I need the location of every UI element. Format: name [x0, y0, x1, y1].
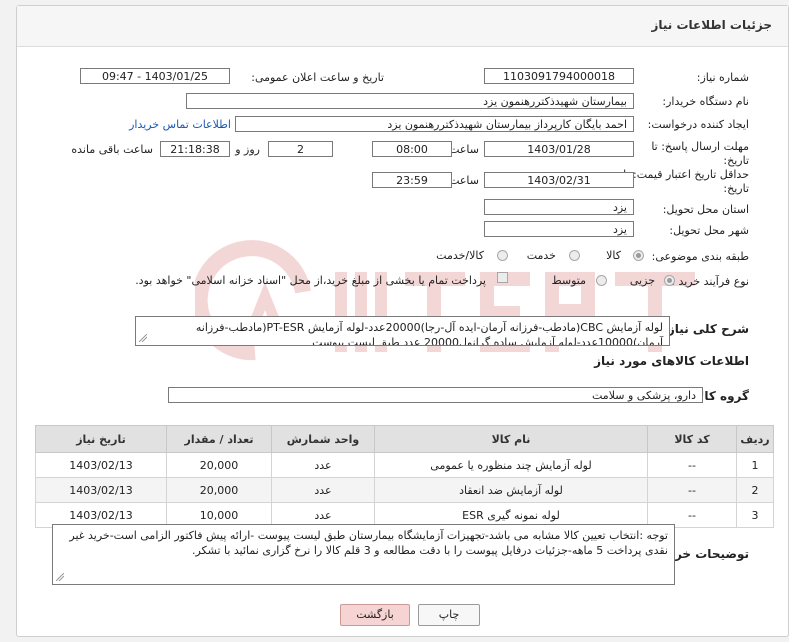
- reply-deadline-label: مهلت ارسال پاسخ: تا تاریخ:: [651, 140, 749, 167]
- description-label: شرح کلی نیاز:: [663, 322, 749, 336]
- city-field: یزد: [484, 221, 634, 237]
- announce-datetime-field: 1403/01/25 - 09:47: [80, 68, 230, 84]
- price-validity-date-field: 1403/02/31: [484, 172, 634, 188]
- items-table-header: ردیف کد کالا نام کالا واحد شمارش تعداد /…: [35, 425, 774, 453]
- category-option-goods: کالا: [606, 249, 621, 262]
- cell-unit: عدد: [271, 452, 375, 478]
- col-row: ردیف: [736, 425, 774, 453]
- print-button[interactable]: چاپ: [418, 604, 480, 626]
- goods-group-field: دارو، پزشکی و سلامت: [168, 387, 703, 403]
- price-validity-label: حداقل تاریخ اعتبار قیمت: تا تاریخ:: [623, 168, 749, 195]
- col-name: نام کالا: [374, 425, 648, 453]
- city-label: شهر محل تحویل:: [669, 224, 749, 237]
- category-radio-goods[interactable]: [633, 250, 644, 261]
- need-number-label: شماره نیاز:: [696, 71, 749, 84]
- cell-code: --: [647, 452, 737, 478]
- purchase-radio-medium[interactable]: [596, 275, 607, 286]
- buyer-notes-text: توجه :انتخاب تعیین کالا مشابه می باشد-تج…: [69, 529, 668, 557]
- col-qty: تعداد / مقدار: [166, 425, 272, 453]
- treasury-checkbox[interactable]: [497, 272, 508, 283]
- buyer-org-label: نام دستگاه خریدار:: [662, 95, 749, 108]
- category-radio-service[interactable]: [569, 250, 580, 261]
- purchase-type-label: نوع فرآیند خرید :: [671, 275, 749, 288]
- need-number-field: 1103091794000018: [484, 68, 634, 84]
- cell-row: 1: [736, 452, 774, 478]
- panel-header: جزئیات اطلاعات نیاز: [17, 6, 788, 47]
- resize-handle-icon[interactable]: [139, 334, 147, 342]
- col-code: کد کالا: [647, 425, 737, 453]
- purchase-radio-minor[interactable]: [664, 275, 675, 286]
- table-row: 2 -- لوله آزمایش ضد انعقاد عدد 20,000 14…: [35, 477, 774, 503]
- purchase-option-minor: جزیی: [629, 274, 655, 287]
- days-label: روز و: [235, 143, 260, 156]
- cell-row: 2: [736, 477, 774, 503]
- price-validity-time-field: 23:59: [372, 172, 452, 188]
- reply-time-field: 08:00: [372, 141, 452, 157]
- cell-unit: عدد: [271, 477, 375, 503]
- category-label: طبقه بندی موضوعی:: [651, 250, 749, 263]
- cell-name: لوله آزمایش چند منظوره یا عمومی: [374, 452, 648, 478]
- items-table: ردیف کد کالا نام کالا واحد شمارش تعداد /…: [35, 425, 774, 528]
- cell-row: 3: [736, 502, 774, 528]
- col-unit: واحد شمارش: [271, 425, 375, 453]
- resize-handle-icon[interactable]: [56, 573, 64, 581]
- buyer-contact-link[interactable]: اطلاعات تماس خریدار: [129, 118, 231, 131]
- cell-date: 1403/02/13: [35, 452, 167, 478]
- cell-qty: 20,000: [166, 477, 272, 503]
- category-option-service: خدمت: [526, 249, 556, 262]
- announce-datetime-label: تاریخ و ساعت اعلان عمومی:: [251, 71, 384, 84]
- cell-date: 1403/02/13: [35, 477, 167, 503]
- category-radio-goods-service[interactable]: [497, 250, 508, 261]
- time-remaining-label: ساعت باقی مانده: [71, 143, 153, 156]
- reply-time-label: ساعت: [449, 143, 479, 156]
- cell-qty: 20,000: [166, 452, 272, 478]
- col-date: تاریخ نیاز: [35, 425, 167, 453]
- price-validity-time-label: ساعت: [449, 174, 479, 187]
- cell-code: --: [647, 477, 737, 503]
- items-section-title: اطلاعات کالاهای مورد نیاز: [594, 354, 749, 368]
- time-remaining-field: 21:18:38: [160, 141, 230, 157]
- buyer-notes-field: توجه :انتخاب تعیین کالا مشابه می باشد-تج…: [52, 524, 675, 585]
- description-text: لوله آزمایش CBC(مادطب-فرزانه آرمان-ایده …: [195, 321, 663, 346]
- table-row: 1 -- لوله آزمایش چند منظوره یا عمومی عدد…: [35, 452, 774, 478]
- requester-label: ایجاد کننده درخواست:: [647, 118, 749, 131]
- province-field: یزد: [484, 199, 634, 215]
- treasury-note: پرداخت تمام یا بخشی از مبلغ خرید،از محل …: [135, 274, 486, 287]
- panel-title: جزئیات اطلاعات نیاز: [651, 18, 772, 32]
- reply-date-field: 1403/01/28: [484, 141, 634, 157]
- requester-field: احمد بایگان کارپرداز بیمارستان شهیدذکترر…: [235, 116, 634, 132]
- days-remaining-field: 2: [268, 141, 333, 157]
- buyer-org-field: بیمارستان شهیدذکتررهنمون یزد: [186, 93, 634, 109]
- category-option-goods-service: کالا/خدمت: [436, 249, 484, 262]
- back-button[interactable]: بازگشت: [340, 604, 410, 626]
- cell-name: لوله آزمایش ضد انعقاد: [374, 477, 648, 503]
- province-label: استان محل تحویل:: [662, 203, 749, 216]
- description-field: لوله آزمایش CBC(مادطب-فرزانه آرمان-ایده …: [135, 316, 670, 346]
- purchase-option-medium: متوسط: [551, 274, 586, 287]
